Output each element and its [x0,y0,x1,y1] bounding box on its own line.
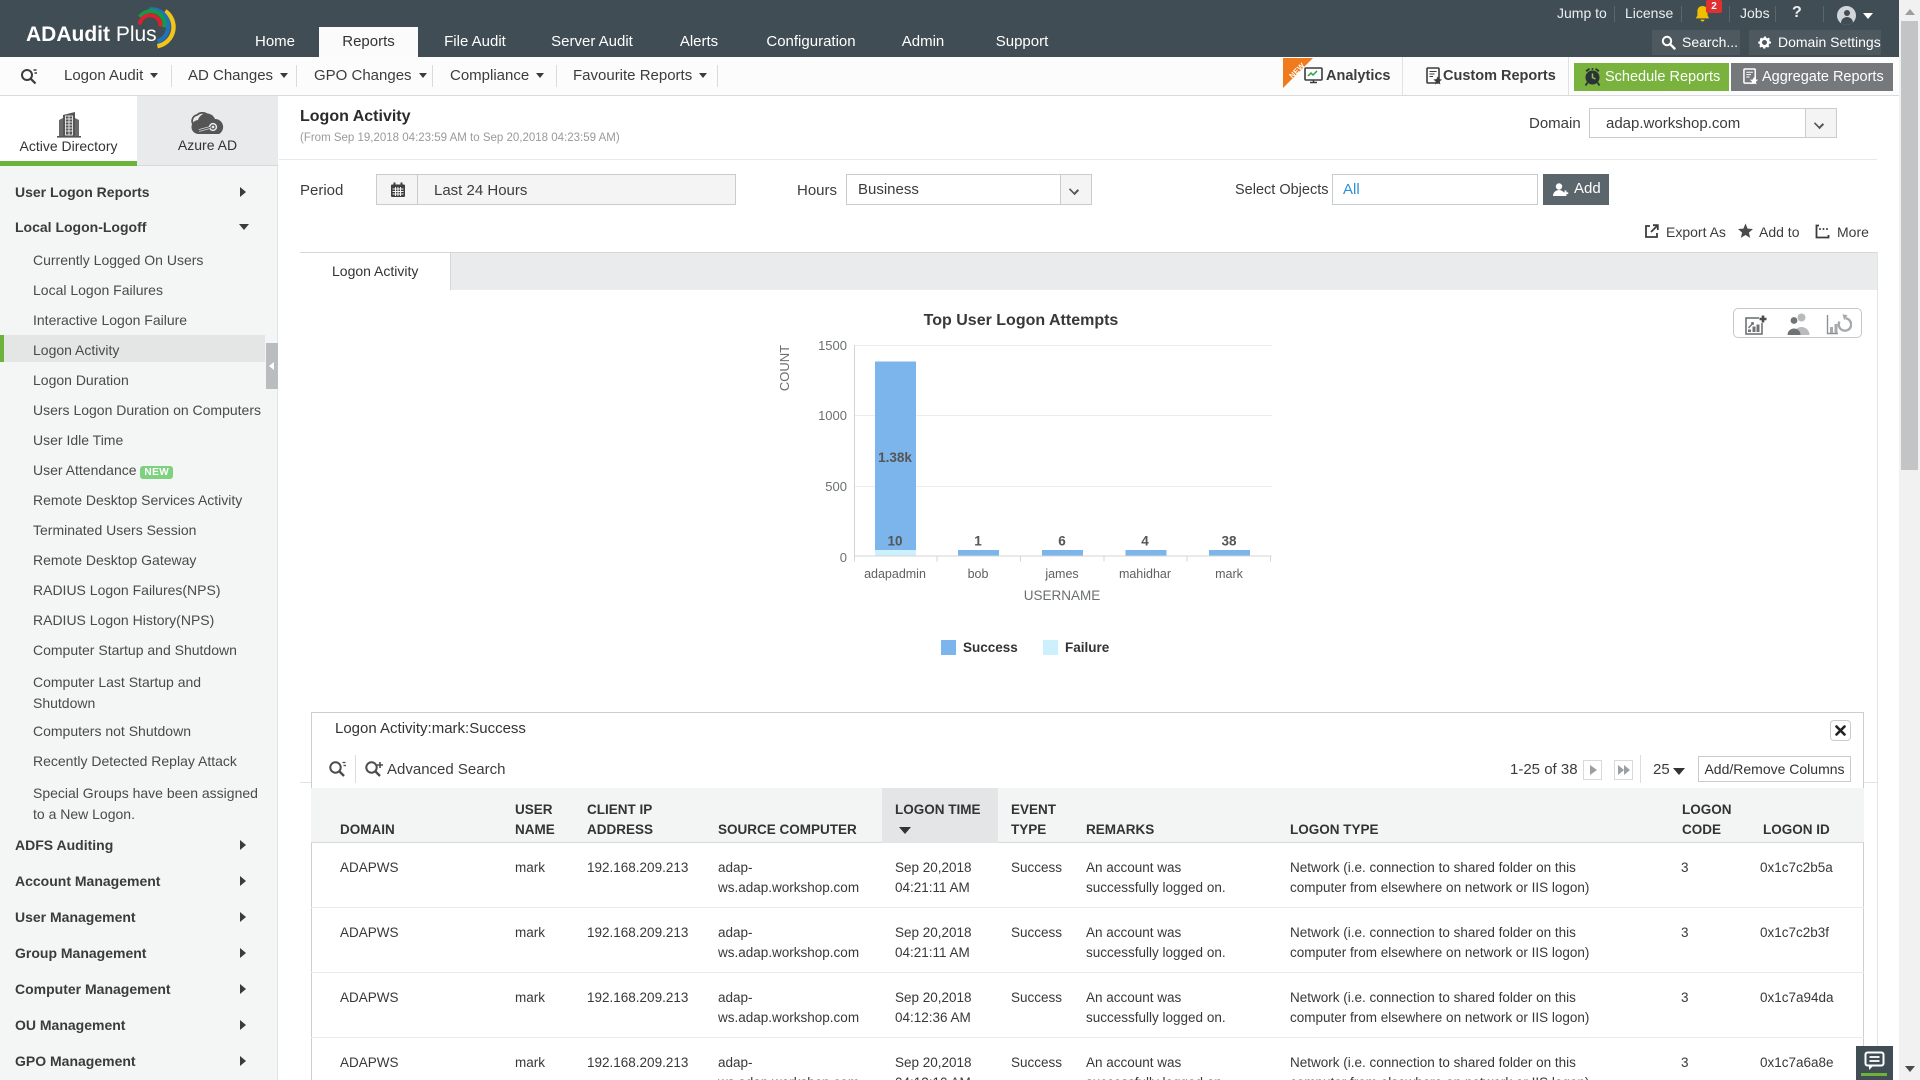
svg-text:500: 500 [825,479,847,494]
svg-text:38: 38 [1221,534,1237,549]
svg-text:mark: mark [1215,567,1244,581]
svg-text:1.38k: 1.38k [878,450,912,465]
svg-text:6: 6 [1058,534,1066,549]
svg-text:james: james [1044,567,1078,581]
svg-text:Success: Success [963,640,1018,655]
svg-text:0: 0 [840,550,847,565]
svg-text:Failure: Failure [1065,640,1110,655]
svg-text:mahidhar: mahidhar [1119,567,1171,581]
svg-text:4: 4 [1141,534,1149,549]
svg-text:bob: bob [968,567,989,581]
svg-text:10: 10 [887,534,902,549]
svg-text:COUNT: COUNT [777,345,792,391]
svg-text:1: 1 [974,534,982,549]
svg-text:Top User Logon Attempts: Top User Logon Attempts [924,312,1119,329]
svg-text:adapadmin: adapadmin [864,567,926,581]
svg-text:USERNAME: USERNAME [1024,588,1101,603]
svg-text:1500: 1500 [818,338,847,353]
svg-text:1000: 1000 [818,408,847,423]
